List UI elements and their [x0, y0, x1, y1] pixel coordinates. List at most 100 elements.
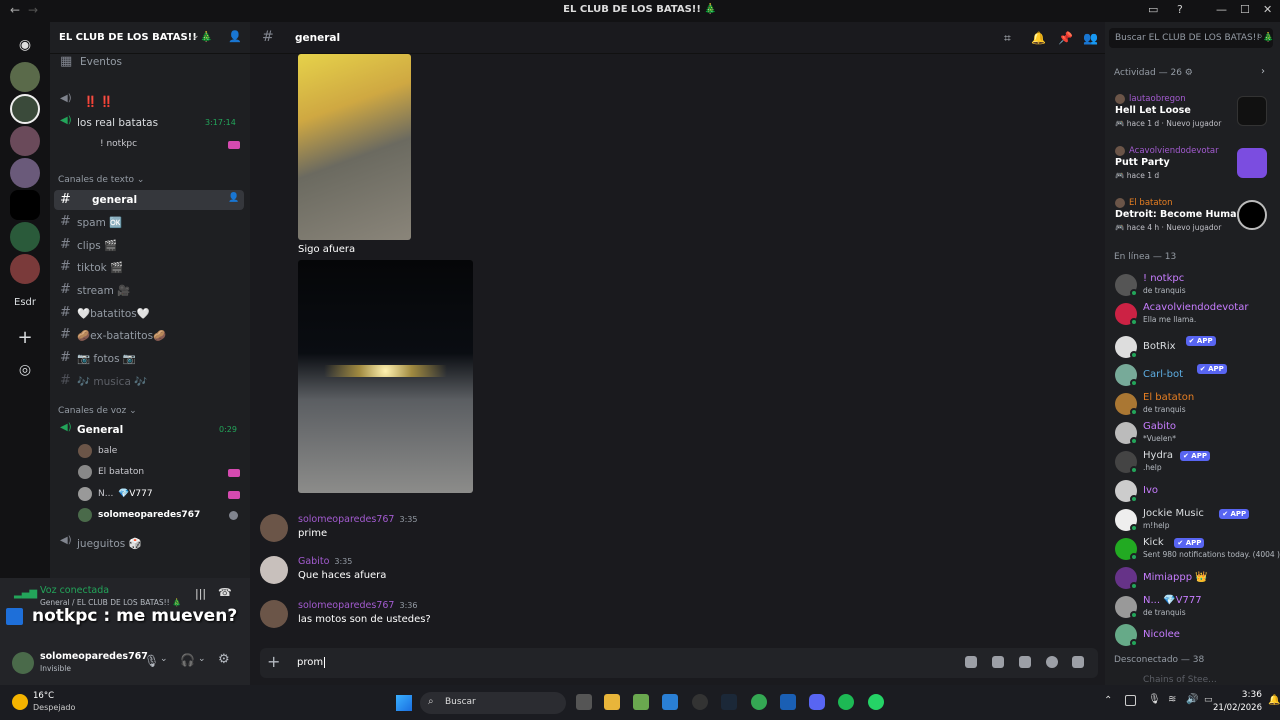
whatsapp-icon[interactable]: [868, 694, 884, 710]
server-icon[interactable]: [10, 254, 40, 284]
member-item[interactable]: Carl-bot ✔ APP: [1113, 361, 1273, 389]
photos-icon[interactable]: [662, 694, 678, 710]
minecraft-icon[interactable]: [633, 694, 649, 710]
server-folder-label[interactable]: Esdr: [0, 297, 50, 308]
members-icon[interactable]: 👥: [1083, 31, 1098, 45]
text-category-header[interactable]: Canales de texto ⌄: [58, 175, 144, 185]
voice-category-header[interactable]: Canales de voz ⌄: [58, 406, 137, 416]
channel-general[interactable]: # general 👤: [54, 190, 244, 210]
server-icon[interactable]: [10, 158, 40, 188]
windows-start-icon[interactable]: [396, 695, 412, 711]
add-server-icon[interactable]: +: [10, 323, 40, 353]
server-header[interactable]: EL CLUB DE LOS BATAS!! 🎄 ⌄ 👤: [50, 22, 250, 54]
activity-card[interactable]: Acavolviendodevotar Putt Party 🎮 hace 1 …: [1111, 146, 1271, 194]
obs-icon[interactable]: [692, 694, 708, 710]
image-attachment[interactable]: [298, 54, 411, 240]
volume-icon[interactable]: 🔊: [1186, 694, 1198, 705]
add-member-icon[interactable]: 👤: [228, 30, 242, 43]
add-attachment-icon[interactable]: +: [267, 652, 280, 671]
clock-date[interactable]: 21/02/2026: [1212, 703, 1262, 713]
avatar[interactable]: [260, 514, 288, 542]
app-icon[interactable]: [780, 694, 796, 710]
server-icon[interactable]: [10, 126, 40, 156]
channel-spam[interactable]: # spam 🆗: [54, 212, 244, 232]
member-item[interactable]: N... 💎V777 de tranquis: [1113, 593, 1273, 621]
settings-gear-icon[interactable]: ⚙: [218, 652, 230, 667]
search-input[interactable]: Buscar EL CLUB DE LOS BATAS!! 🎄 ⌕: [1109, 28, 1274, 48]
avatar[interactable]: [12, 652, 34, 674]
activity-card[interactable]: lautaobregon Hell Let Loose 🎮 hace 1 d ·…: [1111, 94, 1271, 142]
channel-clips[interactable]: # clips 🎬: [54, 235, 244, 255]
maximize-icon[interactable]: ☐: [1240, 3, 1250, 16]
activity-card[interactable]: El bataton Detroit: Become Human 🎮 hace …: [1111, 198, 1271, 246]
apps-icon[interactable]: [1072, 656, 1084, 668]
member-item[interactable]: El bataton de tranquis: [1113, 390, 1273, 418]
message-input[interactable]: prom: [297, 657, 326, 668]
server-icon[interactable]: [10, 222, 40, 252]
image-attachment[interactable]: [298, 260, 473, 493]
events-item[interactable]: ▦ Eventos: [54, 52, 244, 72]
channel-stream[interactable]: # stream 🎥: [54, 280, 244, 300]
file-explorer-icon[interactable]: [604, 694, 620, 710]
close-icon[interactable]: ✕: [1263, 3, 1272, 16]
chevron-right-icon[interactable]: ›: [1261, 66, 1265, 77]
discord-icon[interactable]: [809, 694, 825, 710]
tray-icon[interactable]: [1125, 695, 1136, 706]
bell-icon[interactable]: 🔔: [1031, 31, 1046, 45]
inbox-icon[interactable]: ▭: [1148, 3, 1158, 16]
spotify-icon[interactable]: [838, 694, 854, 710]
server-icon[interactable]: [10, 190, 40, 220]
server-icon[interactable]: [10, 62, 40, 92]
steam-icon[interactable]: [721, 694, 737, 710]
voice-channel-real-batatas[interactable]: ◀) los real batatas 3:17:14: [54, 113, 244, 133]
member-item[interactable]: Gabito *Vuelen*: [1113, 419, 1273, 447]
member-item[interactable]: Hydra ✔ APP .help: [1113, 448, 1273, 476]
chrome-icon[interactable]: [751, 694, 767, 710]
channel-musica[interactable]: # 🎶 musica 🎶: [54, 371, 244, 391]
member-item[interactable]: Kick ✔ APP Sent 980 notifications today. (…: [1113, 535, 1280, 563]
member-item[interactable]: ! notkpc de tranquis: [1113, 271, 1273, 299]
microphone-icon[interactable]: 🎙: [144, 654, 159, 668]
gif-icon[interactable]: [992, 656, 1004, 668]
chevron-up-icon[interactable]: ⌃: [1104, 695, 1112, 706]
clock-time[interactable]: 3:36: [1222, 690, 1262, 700]
avatar[interactable]: [260, 556, 288, 584]
voice-channel-jueguitos[interactable]: ◀) jueguitos 🎲: [54, 533, 244, 553]
offline-member[interactable]: Chains of Stee...: [1143, 675, 1217, 685]
weather-temp[interactable]: 16°C: [33, 691, 54, 701]
channel-fotos[interactable]: # 📷 fotos 📷: [54, 348, 244, 368]
username[interactable]: solomeoparedes767: [40, 651, 148, 662]
disconnect-icon[interactable]: ☎: [218, 586, 232, 599]
member-item[interactable]: BotRix ✔ APP: [1113, 333, 1273, 361]
microphone-icon[interactable]: 🎙: [1148, 694, 1161, 705]
server-icon[interactable]: [10, 94, 40, 124]
chevron-down-icon[interactable]: ⌄: [198, 654, 206, 664]
channel-batatitos[interactable]: # 🤍batatitos🤍: [54, 303, 244, 323]
task-view-icon[interactable]: [576, 694, 592, 710]
member-item[interactable]: Nicolee: [1113, 621, 1273, 649]
sticker-icon[interactable]: [1019, 656, 1031, 668]
add-member-icon[interactable]: 👤: [228, 193, 239, 203]
emoji-icon[interactable]: [1046, 656, 1058, 668]
voice-channel-general[interactable]: ◀) General 0:29: [54, 420, 244, 440]
discord-home-icon[interactable]: ◉: [10, 30, 40, 60]
wifi-icon[interactable]: ≋: [1168, 694, 1176, 705]
taskbar-search[interactable]: ⌕ Buscar: [420, 692, 566, 714]
help-icon[interactable]: ?: [1177, 3, 1183, 16]
gift-icon[interactable]: [965, 656, 977, 668]
member-item[interactable]: Ivo: [1113, 477, 1273, 505]
member-item[interactable]: Acavolviendodevotar Ella me llama.: [1113, 300, 1273, 328]
voice-channel-top[interactable]: ◀) ‼️ ‼️: [54, 91, 244, 111]
headphones-icon[interactable]: 🎧: [180, 653, 195, 667]
avatar[interactable]: [260, 600, 288, 628]
channel-tiktok[interactable]: # tiktok 🎬: [54, 257, 244, 277]
threads-icon[interactable]: ⌗: [1004, 31, 1011, 46]
soundboard-icon[interactable]: |||: [195, 587, 206, 600]
member-item[interactable]: Jockie Music ✔ APP m!help: [1113, 506, 1273, 534]
pin-icon[interactable]: 📌: [1058, 31, 1073, 45]
minimize-icon[interactable]: —: [1216, 3, 1227, 16]
member-item[interactable]: Mimiappp 👑: [1113, 564, 1273, 592]
chevron-down-icon[interactable]: ⌄: [160, 654, 168, 664]
notification-icon[interactable]: 🔔: [1268, 695, 1280, 706]
discover-icon[interactable]: ◎: [10, 355, 40, 385]
